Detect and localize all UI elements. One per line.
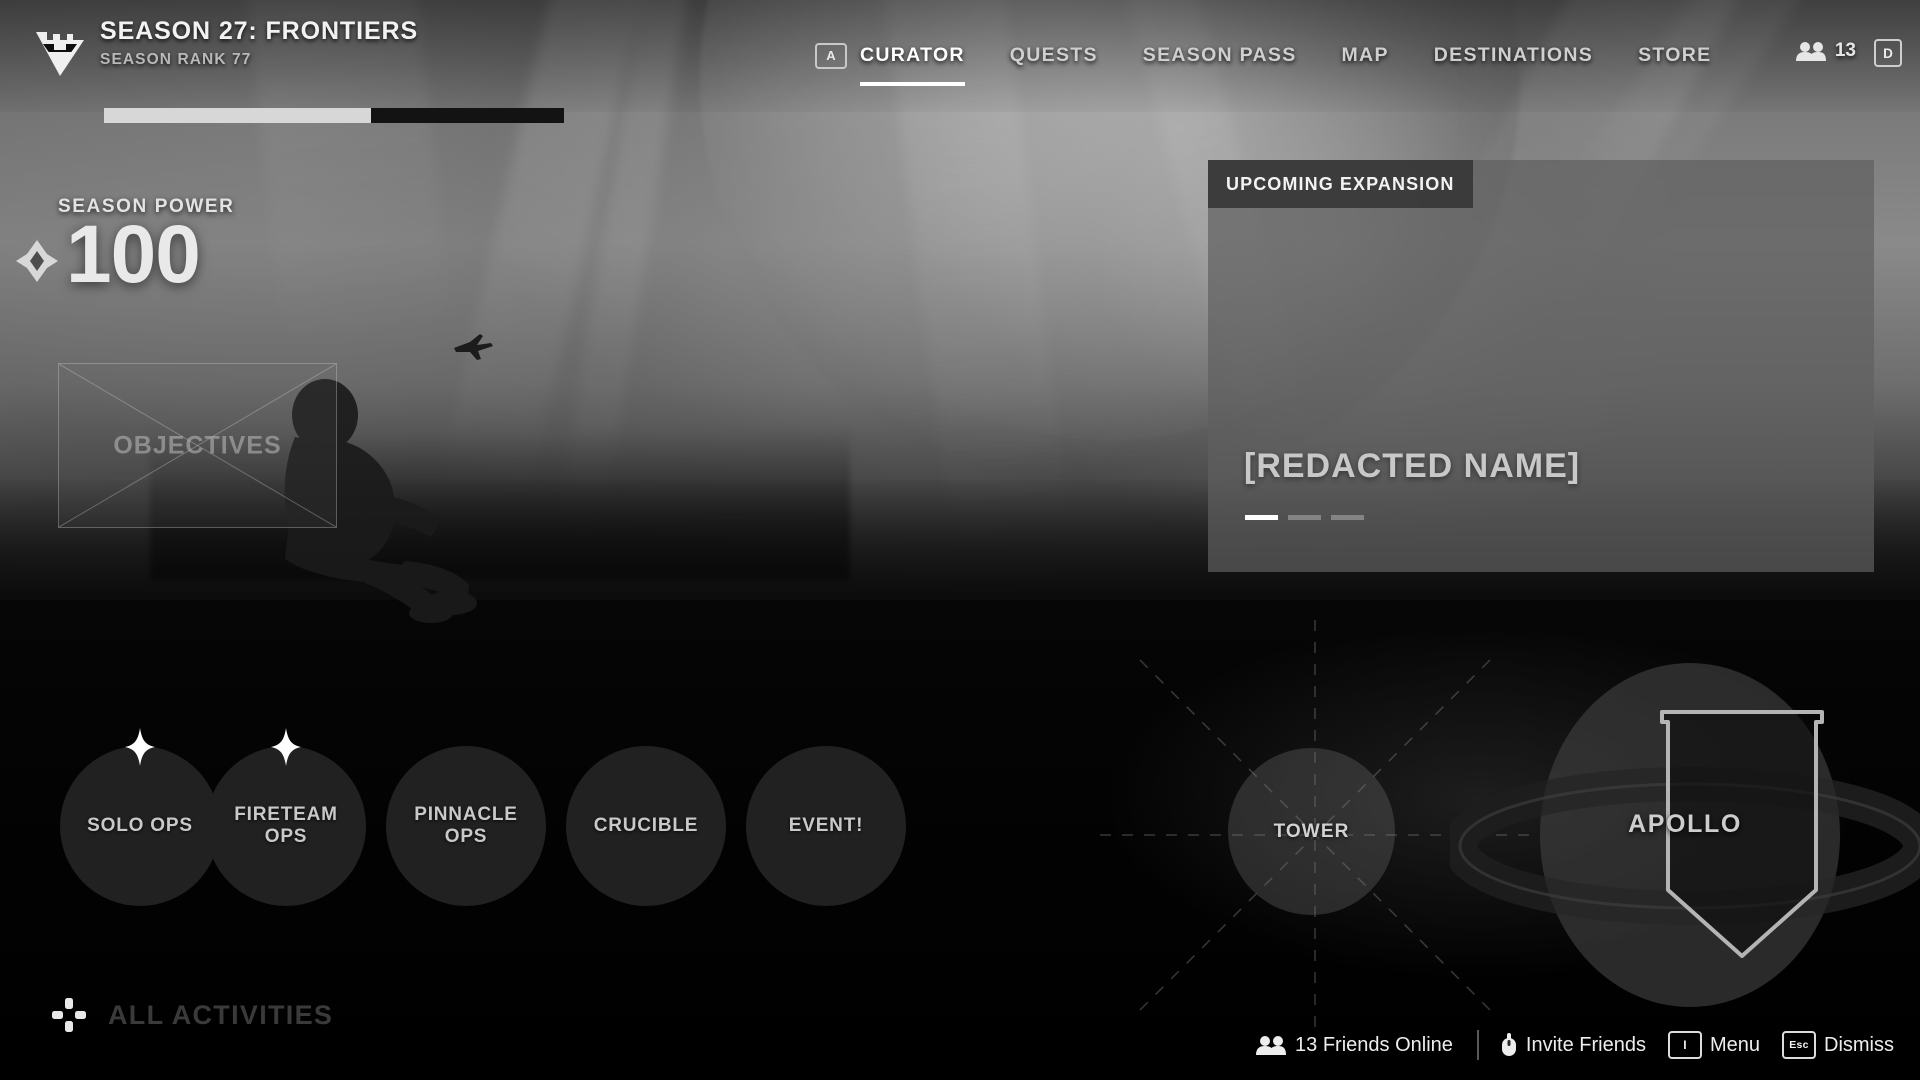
destination-node-tower[interactable]: TOWER xyxy=(1228,748,1395,915)
destination-node-label: APOLLO xyxy=(1628,810,1742,838)
season-block: SEASON 27: FRONTIERS SEASON RANK 77 xyxy=(34,18,418,78)
activity-node-label: PINNACLE OPS xyxy=(414,803,518,847)
footer-divider xyxy=(1476,1030,1479,1060)
all-activities-label: ALL ACTIVITIES xyxy=(108,999,334,1030)
footer-menu-label: Menu xyxy=(1709,1033,1760,1056)
expansion-badge: UPCOMING EXPANSION xyxy=(1208,160,1473,208)
footer-friends-online-label: 13 Friends Online xyxy=(1295,1033,1453,1056)
activity-node-solo-ops[interactable]: SOLO OPS xyxy=(60,728,220,906)
top-bar: SEASON 27: FRONTIERS SEASON RANK 77 A CU… xyxy=(0,0,1920,123)
main-nav: A CURATOR QUESTS SEASON PASS MAP DESTINA… xyxy=(815,38,1711,86)
activity-node-crucible[interactable]: CRUCIBLE xyxy=(566,746,726,906)
season-power-block: SEASON POWER 100 xyxy=(16,196,235,296)
nav-item-store[interactable]: STORE xyxy=(1638,38,1711,73)
carousel-dot-3[interactable] xyxy=(1331,515,1364,520)
activity-node-event[interactable]: EVENT! xyxy=(746,746,906,906)
activity-node-label: EVENT! xyxy=(788,814,864,836)
footer-dismiss-label: Dismiss xyxy=(1824,1033,1894,1056)
sparkle-icon xyxy=(271,728,301,766)
nav-item-destinations[interactable]: DESTINATIONS xyxy=(1434,38,1593,73)
activity-node-label: CRUCIBLE xyxy=(593,814,699,836)
esc-key-badge: Esc xyxy=(1782,1031,1816,1059)
game-screen: SEASON 27: FRONTIERS SEASON RANK 77 A CU… xyxy=(0,0,1920,1080)
nav-item-season-pass[interactable]: SEASON PASS xyxy=(1143,38,1297,73)
season-progress-bar xyxy=(104,108,564,123)
destination-node-label: TOWER xyxy=(1273,820,1350,842)
people-icon xyxy=(1795,41,1826,61)
destination-node-apollo[interactable]: APOLLO xyxy=(1450,660,1920,1010)
friends-count-label: 13 xyxy=(1834,40,1856,61)
nav-key-hint-badge: A xyxy=(815,42,847,69)
profile-key-badge[interactable]: D xyxy=(1874,39,1902,67)
activity-node-pinnacle-ops[interactable]: PINNACLE OPS xyxy=(386,746,546,906)
footer-invite-friends-label: Invite Friends xyxy=(1525,1033,1646,1056)
ship-icon xyxy=(454,334,493,360)
footer-invite-friends[interactable]: Invite Friends xyxy=(1501,1033,1646,1057)
menu-key-badge: I xyxy=(1667,1031,1702,1059)
nav-item-map[interactable]: MAP xyxy=(1342,38,1389,73)
season-power-value: 100 xyxy=(66,209,201,300)
objectives-panel[interactable]: OBJECTIVES xyxy=(58,363,337,528)
dpad-icon xyxy=(52,998,86,1032)
carousel-dot-2[interactable] xyxy=(1288,515,1321,520)
nav-item-curator[interactable]: CURATOR xyxy=(860,38,965,86)
objectives-label: OBJECTIVES xyxy=(113,431,282,459)
footer-bar: 13 Friends Online Invite Friends I Menu … xyxy=(1234,1030,1894,1060)
season-rank: SEASON RANK 77 xyxy=(100,51,252,69)
upcoming-expansion-card[interactable]: UPCOMING EXPANSION [REDACTED NAME] xyxy=(1208,160,1874,572)
activity-node-label: SOLO OPS xyxy=(87,814,193,836)
carousel-dot-1[interactable] xyxy=(1245,515,1278,520)
all-activities-button[interactable]: ALL ACTIVITIES xyxy=(52,998,333,1032)
activity-node-fireteam-ops[interactable]: FIRETEAM OPS xyxy=(206,728,366,906)
footer-friends-online[interactable]: 13 Friends Online xyxy=(1256,1034,1453,1057)
activity-node-label: FIRETEAM OPS xyxy=(234,803,338,847)
sparkle-icon xyxy=(125,728,155,766)
nav-item-quests[interactable]: QUESTS xyxy=(1010,38,1098,73)
season-title: SEASON 27: FRONTIERS xyxy=(100,17,419,45)
people-icon xyxy=(1256,1035,1287,1055)
power-diamond-icon xyxy=(16,240,58,282)
friends-counter[interactable]: 13 xyxy=(1795,40,1856,62)
vanguard-crest-icon xyxy=(36,32,84,76)
expansion-carousel-dots xyxy=(1245,515,1364,520)
expansion-name: [REDACTED NAME] xyxy=(1244,447,1581,485)
mouse-icon xyxy=(1501,1033,1517,1057)
season-power-row: 100 xyxy=(14,214,235,296)
season-progress-fill xyxy=(104,108,371,123)
footer-dismiss[interactable]: Esc Dismiss xyxy=(1782,1031,1894,1059)
footer-menu[interactable]: I Menu xyxy=(1667,1031,1760,1059)
